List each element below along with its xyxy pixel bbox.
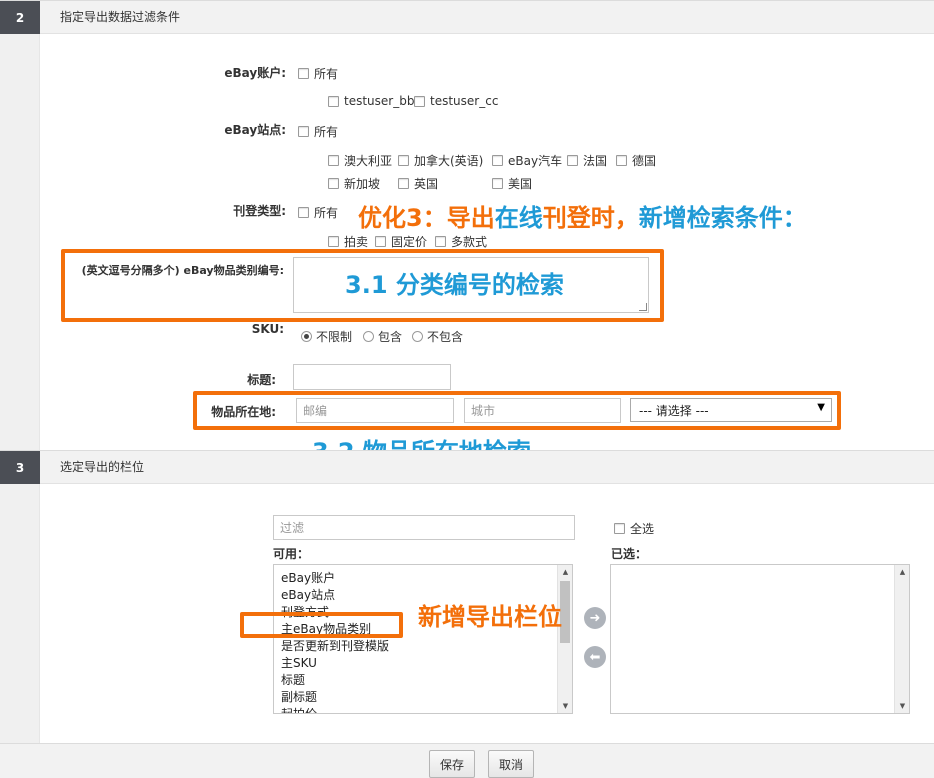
checkbox-icon (492, 178, 503, 189)
checkbox-icon (375, 236, 386, 247)
sku-label: SKU: (251, 322, 284, 336)
available-list-scrollbar[interactable]: ▲ ▼ (557, 565, 572, 713)
site-option-us[interactable]: 美国 (492, 175, 532, 192)
section-3-title: 选定导出的栏位 (60, 460, 145, 474)
annotation-optimization-3: 优化3：导出在线刊登时，新增检索条件： (358, 204, 807, 232)
section-2-side-strip (0, 34, 40, 450)
annotation-box-location (193, 391, 841, 430)
radio-icon (363, 331, 374, 342)
annotation-new-column: 新增导出栏位 (418, 603, 562, 631)
listing-type-fixed-price[interactable]: 固定价 (375, 233, 427, 250)
account-option-testuser-bb[interactable]: testuser_bb (328, 94, 414, 108)
listing-type-all-checkbox[interactable]: 所有 (298, 204, 338, 221)
save-button[interactable]: 保存 (429, 750, 475, 778)
checkbox-icon (398, 178, 409, 189)
available-label: 可用： (273, 547, 310, 561)
sku-option-contains[interactable]: 包含 (363, 328, 402, 345)
site-option-germany[interactable]: 德国 (616, 152, 656, 169)
section-2-header: 2 指定导出数据过滤条件 (0, 0, 934, 34)
checkbox-icon (328, 236, 339, 247)
move-right-arrow-icon[interactable]: ➜ (584, 607, 606, 629)
move-left-arrow-icon[interactable]: ⬅ (584, 646, 606, 668)
checkbox-icon (435, 236, 446, 247)
scroll-up-arrow-icon[interactable]: ▲ (558, 565, 572, 579)
account-option-testuser-cc[interactable]: testuser_cc (414, 94, 498, 108)
section-3-number: 3 (0, 451, 40, 484)
checkbox-icon (492, 155, 503, 166)
list-item[interactable]: 标题 (274, 672, 572, 689)
title-label: 标题: (247, 373, 276, 387)
scroll-down-arrow-icon[interactable]: ▼ (895, 699, 909, 713)
section-2-title: 指定导出数据过滤条件 (60, 10, 181, 24)
listing-type-multi-variation[interactable]: 多款式 (435, 233, 487, 250)
checkbox-icon (567, 155, 578, 166)
column-filter-input[interactable]: 过滤 (273, 515, 575, 540)
annotation-box-new-column (240, 612, 403, 638)
radio-selected-icon (301, 331, 312, 342)
site-option-singapore[interactable]: 新加坡 (328, 175, 380, 192)
site-label: eBay站点: (224, 123, 286, 137)
account-all-checkbox[interactable]: 所有 (298, 65, 338, 82)
site-all-checkbox[interactable]: 所有 (298, 123, 338, 140)
checkbox-icon (328, 155, 339, 166)
checkbox-icon (298, 207, 309, 218)
selected-label: 已选： (611, 547, 648, 561)
site-option-ebay-motors[interactable]: eBay汽车 (492, 152, 562, 169)
site-option-australia[interactable]: 澳大利亚 (328, 152, 392, 169)
scroll-up-arrow-icon[interactable]: ▲ (895, 565, 909, 579)
account-label: eBay账户: (224, 66, 286, 80)
section-2-number: 2 (0, 1, 40, 34)
checkbox-icon (298, 68, 309, 79)
checkbox-icon (398, 155, 409, 166)
site-option-uk[interactable]: 英国 (398, 175, 438, 192)
sku-option-unlimited[interactable]: 不限制 (301, 328, 352, 345)
title-input[interactable] (293, 364, 451, 390)
listing-type-label: 刊登类型: (233, 204, 286, 218)
checkbox-icon (614, 523, 625, 534)
checkbox-icon (616, 155, 627, 166)
checkbox-icon (328, 95, 339, 107)
listing-type-auction[interactable]: 拍卖 (328, 233, 368, 250)
cancel-button[interactable]: 取消 (488, 750, 534, 778)
list-item[interactable]: 是否更新到刊登模版 (274, 638, 572, 655)
site-option-canada[interactable]: 加拿大(英语) (398, 152, 483, 169)
checkbox-icon (414, 95, 425, 107)
list-item[interactable]: 起拍价 (274, 706, 572, 713)
section-3-side-strip (0, 484, 40, 743)
selected-columns-list[interactable]: ▲ ▼ (610, 564, 910, 714)
section-3-header: 3 选定导出的栏位 (0, 450, 934, 484)
selected-list-scrollbar[interactable]: ▲ ▼ (894, 565, 909, 713)
radio-icon (412, 331, 423, 342)
checkbox-icon (298, 126, 309, 137)
list-item[interactable]: eBay账户 (274, 570, 572, 587)
site-option-france[interactable]: 法国 (567, 152, 607, 169)
checkbox-icon (328, 178, 339, 189)
select-all-checkbox[interactable]: 全选 (614, 520, 654, 537)
available-columns-list[interactable]: eBay账户 eBay站点 刊登方式 主eBay物品类别 是否更新到刊登模版 主… (273, 564, 573, 714)
scroll-down-arrow-icon[interactable]: ▼ (558, 699, 572, 713)
list-item[interactable]: 副标题 (274, 689, 572, 706)
list-item[interactable]: 主SKU (274, 655, 572, 672)
annotation-3-1: 3.1 分类编号的检索 (345, 271, 564, 299)
sku-option-not-contains[interactable]: 不包含 (412, 328, 463, 345)
